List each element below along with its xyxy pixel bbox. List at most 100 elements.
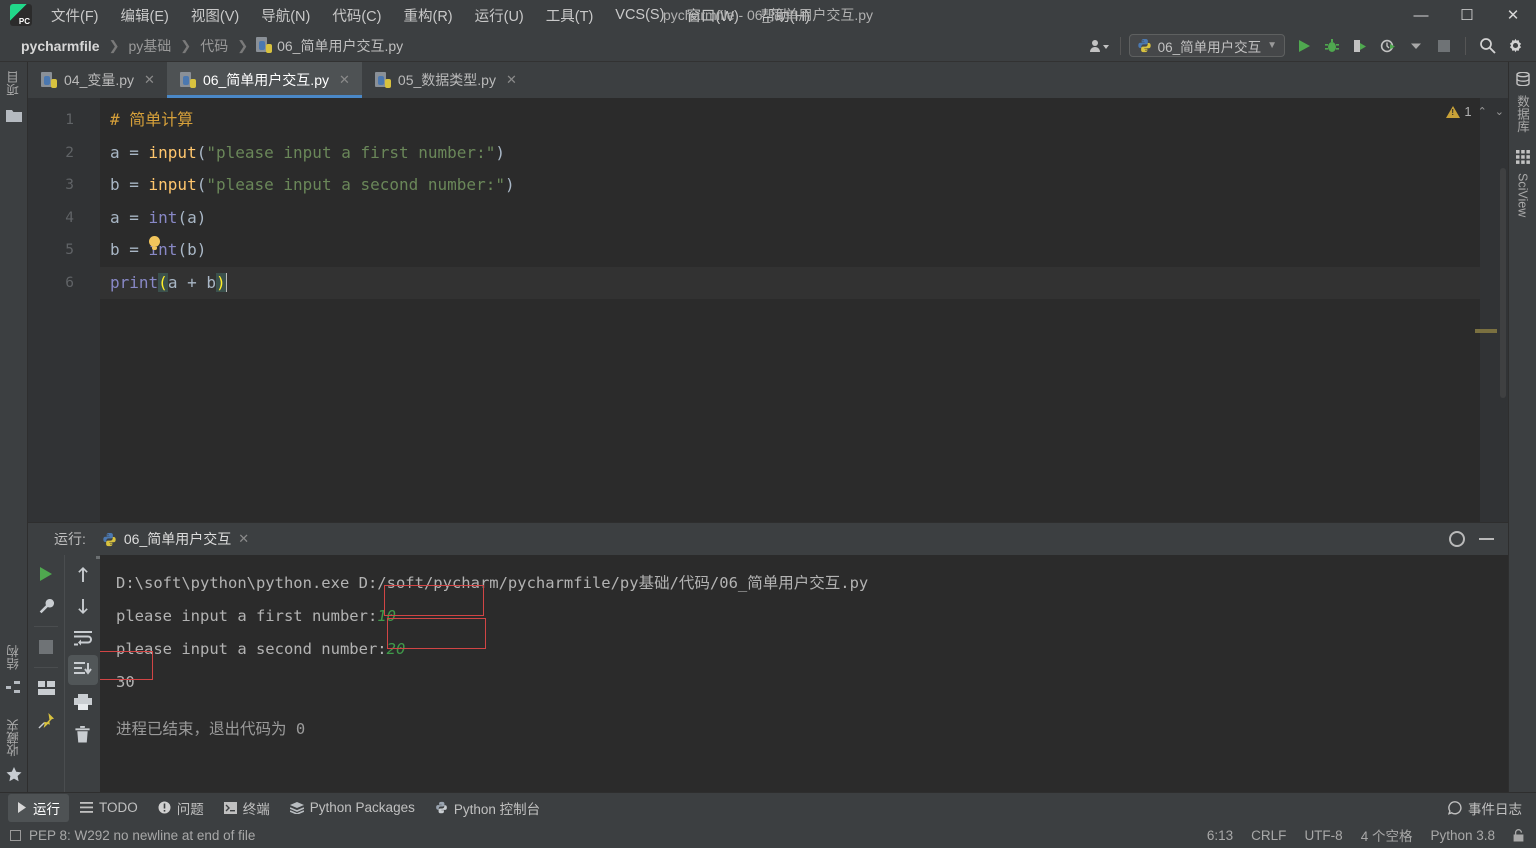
run-with-coverage-button[interactable] (1347, 34, 1373, 58)
file-encoding[interactable]: UTF-8 (1304, 828, 1342, 843)
tool-window-python-console[interactable]: Python 控制台 (426, 794, 549, 822)
tool-window-label: 终端 (242, 801, 270, 817)
sidebar-structure-label: 结构 (7, 644, 21, 670)
indent-setting[interactable]: 4 个空格 (1361, 825, 1413, 845)
editor-scrollbar[interactable] (1500, 168, 1506, 398)
toolbar-divider (1119, 36, 1121, 55)
menu-item-run[interactable]: 运行(U) (464, 1, 535, 30)
breadcrumb-item-code[interactable]: 代码 (197, 35, 231, 57)
warning-count: 1 (1464, 104, 1472, 119)
inspection-status-icon (10, 829, 21, 841)
print-icon[interactable] (68, 687, 98, 717)
hide-panel-icon[interactable] (1479, 538, 1494, 540)
menu-item-vcs[interactable]: VCS(S) (604, 3, 675, 27)
inspection-widget[interactable]: 1 ⌃ ⌄ (1446, 104, 1506, 119)
menu-item-tools[interactable]: 工具(T) (535, 1, 605, 30)
database-icon (1515, 72, 1530, 86)
trash-icon[interactable] (68, 719, 98, 749)
sidebar-sciview-label: SciView (1515, 172, 1530, 217)
gear-icon[interactable] (1502, 34, 1528, 58)
menu-item-help[interactable]: 帮助(H) (750, 1, 821, 30)
menu-item-file[interactable]: 文件(F) (40, 1, 110, 30)
breadcrumb-root[interactable]: pycharmfile (18, 37, 103, 55)
debug-button[interactable] (1319, 34, 1345, 58)
sidebar-item-database[interactable]: 数据库 (1513, 86, 1532, 142)
chevron-down-icon[interactable] (1403, 34, 1429, 58)
settings-wrench-icon[interactable] (31, 591, 61, 621)
layout-button[interactable] (31, 673, 61, 703)
toolbar-actions: 06_简单用户交互 ▼ (1086, 34, 1536, 58)
down-arrow-icon[interactable] (68, 591, 98, 621)
user-account-icon[interactable] (1086, 34, 1112, 58)
scroll-to-end-icon[interactable] (67, 655, 98, 685)
run-session-label: 06_简单用户交互 (123, 531, 232, 547)
python-interpreter[interactable]: Python 3.8 (1430, 828, 1495, 843)
breadcrumb-file[interactable]: 06_简单用户交互.py (254, 35, 406, 57)
close-button[interactable]: ✕ (1490, 0, 1536, 30)
editor-tab-06-user-interaction[interactable]: 06_简单用户交互.py ✕ (166, 62, 362, 98)
sidebar-item-favorites[interactable]: 收藏夹 (4, 710, 23, 766)
star-icon (6, 767, 22, 782)
rerun-button[interactable] (31, 559, 61, 589)
code-editor[interactable]: 1 2 3 4 5 6 # 简单计算 a = input("please inp… (28, 98, 1508, 522)
tool-window-problems[interactable]: 问题 (149, 794, 213, 822)
line-number-gutter: 1 2 3 4 5 6 (28, 98, 100, 522)
tool-window-run[interactable]: 运行 (8, 793, 69, 822)
up-arrow-icon[interactable] (68, 559, 98, 589)
close-tab-icon[interactable]: ✕ (506, 72, 517, 88)
sidebar-item-structure[interactable]: 结构 (4, 636, 23, 679)
list-icon (80, 802, 93, 813)
chevron-up-icon[interactable]: ⌃ (1476, 105, 1489, 118)
code-content[interactable]: # 简单计算 a = input("please input a first n… (100, 98, 1480, 522)
status-bar-right: 6:13 CRLF UTF-8 4 个空格 Python 3.8 (1207, 825, 1536, 845)
editor-tab-04-variables[interactable]: 04_变量.py ✕ (28, 62, 167, 98)
minimize-button[interactable]: — (1398, 0, 1444, 30)
search-icon[interactable] (1474, 34, 1500, 58)
intention-bulb-icon[interactable] (149, 236, 161, 250)
event-log-icon (1448, 800, 1462, 815)
run-tool-window-header: 运行: 06_简单用户交互 ✕ (28, 523, 1508, 559)
gear-icon[interactable] (1449, 531, 1465, 547)
line-separator[interactable]: CRLF (1251, 828, 1286, 843)
terminal-icon (223, 801, 237, 814)
editor-tab-05-data-types[interactable]: 05_数据类型.py ✕ (362, 62, 529, 98)
tool-window-todo[interactable]: TODO (71, 796, 147, 819)
maximize-button[interactable]: ☐ (1444, 0, 1490, 30)
editor-tab-label: 06_简单用户交互.py (202, 72, 329, 88)
tool-window-python-packages[interactable]: Python Packages (281, 796, 424, 819)
chevron-down-icon[interactable]: ⌄ (1493, 105, 1506, 118)
sidebar-item-project[interactable]: 项目 (4, 62, 23, 105)
caret-position[interactable]: 6:13 (1207, 828, 1233, 843)
menu-item-refactor[interactable]: 重构(R) (392, 1, 463, 30)
menu-item-navigate[interactable]: 导航(N) (250, 1, 321, 30)
breadcrumb-item-py-basics[interactable]: py基础 (126, 35, 175, 57)
sidebar-item-sciview[interactable]: SciView (1516, 164, 1530, 226)
tool-window-terminal[interactable]: 终端 (215, 794, 279, 822)
stop-button (1431, 34, 1457, 58)
event-log-button[interactable]: 事件日志 (1448, 798, 1536, 818)
menu-item-window[interactable]: 窗口(W) (675, 1, 749, 30)
menu-item-view[interactable]: 视图(V) (180, 1, 250, 30)
run-session-tab[interactable]: 06_简单用户交互 ✕ (95, 525, 256, 559)
menu-item-code[interactable]: 代码(C) (321, 1, 392, 30)
tool-window-label: 运行 (33, 801, 60, 817)
run-button[interactable] (1291, 34, 1317, 58)
text-caret (225, 272, 227, 292)
window-controls: — ☐ ✕ (1398, 0, 1536, 30)
close-session-icon[interactable]: ✕ (238, 531, 249, 547)
run-configuration-selector[interactable]: 06_简单用户交互 ▼ (1128, 34, 1285, 57)
close-tab-icon[interactable]: ✕ (144, 72, 155, 88)
soft-wrap-icon[interactable] (68, 623, 98, 653)
pin-icon[interactable] (31, 705, 61, 735)
profile-button[interactable] (1375, 34, 1401, 58)
menu-item-edit[interactable]: 编辑(E) (110, 1, 180, 30)
play-icon (17, 802, 27, 813)
code-line-2: a = input("please input a first number:"… (110, 142, 505, 162)
markup-warning-stripe[interactable] (1475, 329, 1497, 333)
close-tab-icon[interactable]: ✕ (339, 72, 350, 88)
editor-markup-bar[interactable]: 1 ⌃ ⌄ (1446, 98, 1508, 522)
lock-icon[interactable] (1513, 828, 1524, 842)
console-result: 30 (116, 673, 135, 691)
right-tool-bar: 数据库 SciView (1508, 62, 1536, 792)
console-output[interactable]: D:\soft\python\python.exe D:/soft/pychar… (100, 555, 1508, 792)
